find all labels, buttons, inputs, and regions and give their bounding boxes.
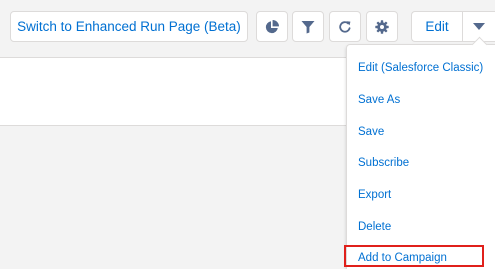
menu-item-subscribe[interactable]: Subscribe	[358, 156, 409, 170]
gear-icon	[375, 19, 389, 34]
refresh-button[interactable]	[329, 11, 361, 42]
refresh-icon	[338, 20, 352, 34]
menu-item-save[interactable]: Save	[358, 125, 384, 139]
menu-item-save-as[interactable]: Save As	[358, 93, 400, 107]
settings-button[interactable]	[366, 11, 398, 42]
edit-button-group: Edit	[411, 11, 495, 42]
menu-item-add-to-campaign[interactable]: Add to Campaign	[358, 251, 447, 265]
filter-icon	[301, 20, 315, 34]
chevron-down-icon	[473, 23, 485, 30]
switch-enhanced-run-page-button[interactable]: Switch to Enhanced Run Page (Beta)	[10, 11, 248, 42]
pie-chart-icon	[265, 19, 279, 34]
chart-button[interactable]	[256, 11, 288, 42]
menu-item-delete[interactable]: Delete	[358, 220, 391, 234]
filter-button[interactable]	[292, 11, 324, 42]
menu-item-edit-classic[interactable]: Edit (Salesforce Classic)	[358, 61, 483, 75]
edit-button[interactable]: Edit	[412, 12, 463, 41]
menu-item-export[interactable]: Export	[358, 188, 391, 202]
actions-dropdown-menu: Edit (Salesforce Classic) Save As Save S…	[346, 44, 495, 269]
